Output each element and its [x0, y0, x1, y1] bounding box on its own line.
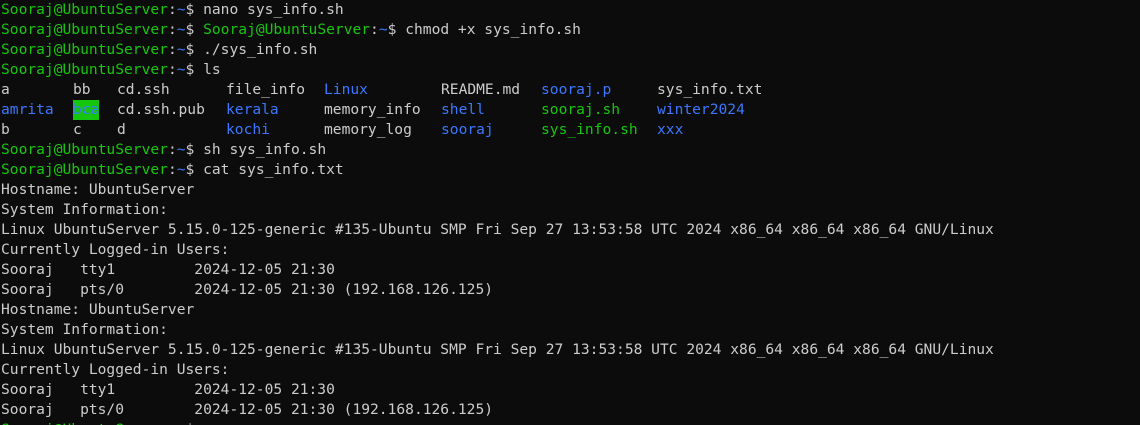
prompt-symbol: $ — [185, 41, 204, 58]
ls-row: a bb cd.ssh file_info Linux README.md sooraj.p… — [1, 80, 994, 100]
output-line: Currently Logged-in Users: — [1, 241, 230, 258]
prompt-path: ~ — [176, 141, 186, 158]
ls-entry-file: memory_info — [324, 101, 421, 118]
ls-entry-dir: sooraj — [441, 121, 494, 138]
output-line: Hostname: UbuntuServer — [1, 301, 195, 318]
output-line: Sooraj tty1 2024-12-05 21:30 — [1, 381, 335, 398]
partial-prompt-line: Sooraj@UbuntuServer:~$ — [1, 420, 994, 425]
pasted-user-host: Sooraj@UbuntuServer — [203, 21, 371, 38]
output-line: Sooraj tty1 2024-12-05 21:30 — [1, 261, 335, 278]
prompt-user-host: Sooraj@UbuntuServer — [1, 21, 168, 38]
prompt-path: ~ — [176, 61, 186, 78]
ls-entry-dir: Linux — [324, 81, 368, 98]
ls-entry-file: cd.ssh — [117, 81, 170, 98]
ls-entry-dir: kochi — [226, 121, 270, 138]
command-text: cat sys_info.txt — [203, 161, 344, 178]
output-line: System Information: — [1, 321, 168, 338]
output-line: Currently Logged-in Users: — [1, 361, 230, 378]
ls-entry-file: sys_info.txt — [657, 81, 763, 98]
ls-entry-file: file_info — [226, 81, 306, 98]
command-text: sh sys_info.sh — [203, 141, 327, 158]
command-text: nano sys_info.sh — [203, 1, 344, 18]
pasted-separator: : — [370, 21, 379, 38]
command-text: ls — [203, 61, 221, 78]
prompt-path: ~ — [176, 161, 186, 178]
ls-row: b c d kochi memory_log sooraj sys_info.sh xxx — [1, 120, 994, 140]
prompt-line: Sooraj@UbuntuServer:~$ sh sys_info.sh — [1, 140, 994, 160]
ls-row: amrita bca cd.ssh.pub kerala memory_info shel… — [1, 100, 994, 120]
prompt-symbol: $ — [185, 141, 204, 158]
terminal-window[interactable]: Sooraj@UbuntuServer:~$ nano sys_info.sh S… — [0, 0, 1140, 425]
prompt-line: Sooraj@UbuntuServer:~$ Sooraj@UbuntuServ… — [1, 20, 994, 40]
prompt-symbol: $ — [186, 421, 204, 425]
terminal-output: Sooraj@UbuntuServer:~$ nano sys_info.sh S… — [1, 0, 994, 425]
pasted-symbol: $ — [387, 21, 406, 38]
ls-entry-exec: sys_info.sh — [541, 121, 638, 138]
ls-entry-exec: sooraj.sh — [541, 101, 621, 118]
prompt-symbol: $ — [185, 21, 204, 38]
prompt-separator: : — [167, 21, 177, 38]
output-line: Sooraj pts/0 2024-12-05 21:30 (192.168.1… — [1, 281, 494, 298]
prompt-line: Sooraj@UbuntuServer:~$ ls — [1, 60, 994, 80]
prompt-user-host: Sooraj@UbuntuServer — [1, 41, 168, 58]
prompt-path: ~ — [176, 21, 186, 38]
output-line: Hostname: UbuntuServer — [1, 181, 195, 198]
ls-entry-dir: shell — [441, 101, 485, 118]
ls-entry-file: memory_log — [324, 121, 412, 138]
prompt-line: Sooraj@UbuntuServer:~$ cat sys_info.txt — [1, 160, 994, 180]
prompt-line: Sooraj@UbuntuServer:~$ nano sys_info.sh — [1, 0, 994, 20]
ls-entry-dir: amrita — [1, 101, 54, 118]
prompt-path: ~ — [176, 1, 186, 18]
ls-entry-highlight: bca — [73, 100, 100, 120]
prompt-user-host: Sooraj@UbuntuServer — [1, 1, 168, 18]
ls-entry-dir: xxx — [657, 121, 684, 138]
output-line: Linux UbuntuServer 5.15.0-125-generic #1… — [1, 221, 994, 238]
ls-entry-file: a — [1, 81, 10, 98]
command-text: ./sys_info.sh — [203, 41, 318, 58]
prompt-user-host: Sooraj@UbuntuServer — [1, 61, 168, 78]
prompt-symbol: $ — [185, 161, 204, 178]
ls-entry-file: d — [117, 121, 126, 138]
ls-entry-file: b — [1, 121, 10, 138]
prompt-line: Sooraj@UbuntuServer:~$ — [1, 420, 994, 425]
prompt-separator: : — [167, 41, 177, 58]
command-text: chmod +x sys_info.sh — [405, 21, 581, 38]
output-line: Linux UbuntuServer 5.15.0-125-generic #1… — [1, 341, 994, 358]
output-line: System Information: — [1, 201, 168, 218]
ls-entry-dir: sooraj.p — [541, 81, 612, 98]
prompt-separator: : — [168, 421, 177, 425]
ls-entry-file: bb — [73, 81, 91, 98]
prompt-separator: : — [167, 61, 177, 78]
prompt-separator: : — [167, 141, 177, 158]
prompt-path: ~ — [176, 41, 186, 58]
prompt-separator: : — [167, 1, 177, 18]
output-line: Sooraj pts/0 2024-12-05 21:30 (192.168.1… — [1, 401, 494, 418]
prompt-path: ~ — [177, 421, 186, 425]
ls-entry-dir: kerala — [226, 101, 279, 118]
prompt-user-host: Sooraj@UbuntuServer — [1, 141, 168, 158]
prompt-user-host: Sooraj@UbuntuServer — [1, 161, 168, 178]
ls-entry-file: c — [73, 121, 82, 138]
ls-entry-file: cd.ssh.pub — [117, 101, 205, 118]
ls-entry-file: README.md — [441, 81, 521, 98]
prompt-line: Sooraj@UbuntuServer:~$ ./sys_info.sh — [1, 40, 994, 60]
prompt-user-host: Sooraj@UbuntuServer — [1, 421, 168, 425]
prompt-symbol: $ — [185, 61, 204, 78]
pasted-path: ~ — [378, 21, 388, 38]
prompt-symbol: $ — [185, 1, 204, 18]
ls-entry-dir: winter2024 — [657, 101, 745, 118]
prompt-separator: : — [167, 161, 177, 178]
